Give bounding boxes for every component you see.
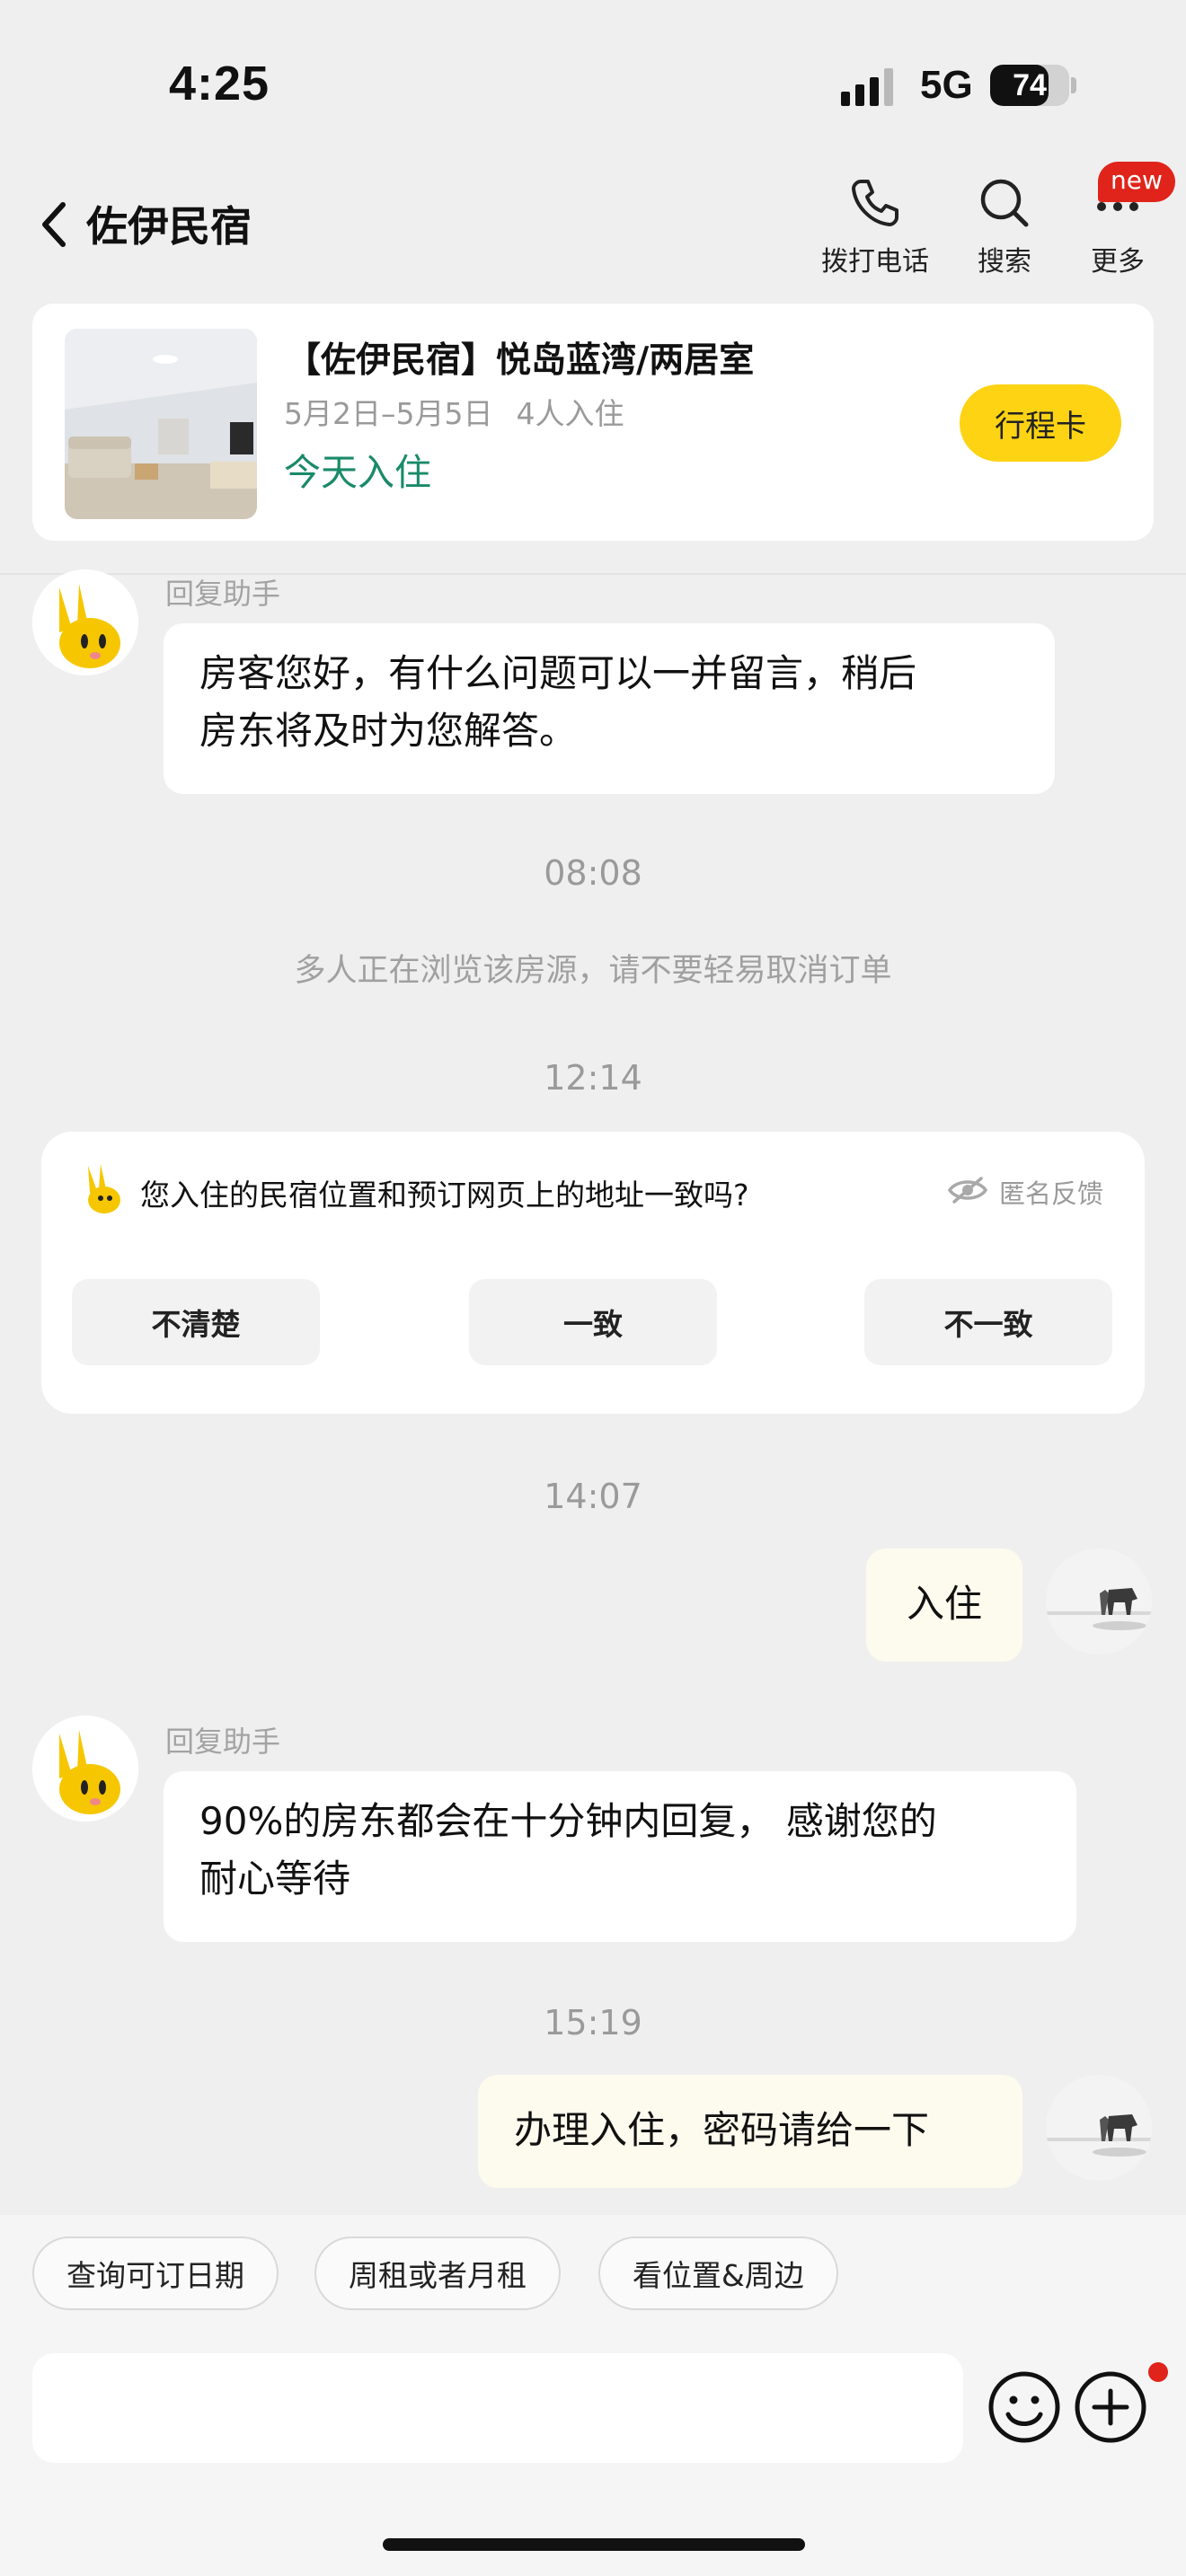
timestamp: 12:14 [544, 1058, 642, 1098]
listing-title: 【佐伊民宿】悦岛蓝湾/两居室 [286, 340, 755, 381]
quick-reply-rent-period[interactable]: 周租或者月租 [314, 2236, 561, 2310]
checkin-status: 今天入住 [284, 451, 431, 494]
notification-dot [1148, 2362, 1168, 2382]
assistant-avatar[interactable] [32, 1716, 138, 1822]
page-title: 佐伊民宿 [86, 202, 252, 251]
assistant-avatar[interactable] [32, 569, 138, 675]
message-text-line: 房东将及时为您解答。 [199, 709, 578, 753]
smile-icon[interactable] [987, 2369, 1062, 2445]
guest-count: 4人入住 [516, 396, 624, 431]
home-indicator[interactable] [383, 2538, 805, 2551]
battery-nub [1071, 77, 1076, 93]
quick-reply-location[interactable]: 看位置&周边 [598, 2236, 838, 2310]
message-text-line: 90%的房东都会在十分钟内回复， 感谢您的 [199, 1799, 937, 1843]
user-avatar[interactable] [1046, 2075, 1152, 2181]
status-time: 4:25 [169, 57, 270, 110]
call-button[interactable]: 拨打电话 [812, 176, 938, 278]
new-badge: new [1098, 162, 1175, 202]
listing-photo[interactable] [65, 329, 257, 519]
message-text: 办理入住，密码请给一下 [514, 2108, 930, 2152]
more-label: 更多 [1091, 246, 1145, 278]
option-inconsistent-button[interactable]: 不一致 [864, 1279, 1112, 1365]
timestamp: 08:08 [544, 853, 642, 893]
option-unsure-button[interactable]: 不清楚 [72, 1279, 320, 1365]
anonymous-label: 匿名反馈 [999, 1178, 1104, 1209]
date-range: 5月2日–5月5日 [284, 396, 493, 431]
sender-name: 回复助手 [165, 577, 281, 611]
call-label: 拨打电话 [821, 246, 929, 278]
user-avatar[interactable] [1046, 1548, 1152, 1654]
mascot-icon [88, 1164, 120, 1213]
itinerary-card-button[interactable]: 行程卡 [960, 384, 1121, 462]
search-button[interactable]: 搜索 [942, 176, 1067, 278]
quick-reply-availability[interactable]: 查询可订日期 [32, 2236, 279, 2310]
message-text-line: 房客您好，有什么问题可以一并留言，稍后 [199, 651, 917, 695]
my-message-bubble[interactable]: 入住 [866, 1548, 1022, 1662]
back-chevron-icon[interactable] [36, 198, 72, 251]
my-message-bubble[interactable]: 办理入住，密码请给一下 [478, 2075, 1022, 2188]
battery-level: 74 [1013, 68, 1047, 102]
plus-icon[interactable] [1073, 2369, 1148, 2445]
search-icon [980, 179, 1029, 227]
system-notice: 多人正在浏览该房源，请不要轻易取消订单 [294, 953, 892, 989]
eye-off-icon [947, 1177, 988, 1204]
search-label: 搜索 [978, 246, 1031, 278]
survey-question: 您入住的民宿位置和预订网页上的地址一致吗? [140, 1178, 749, 1213]
cellular-signal-icon [841, 68, 893, 106]
sender-name: 回复助手 [165, 1725, 281, 1759]
battery-icon: 74 [990, 65, 1069, 106]
timestamp: 14:07 [544, 1477, 642, 1516]
message-input[interactable] [32, 2353, 963, 2463]
message-text-line: 耐心等待 [199, 1857, 351, 1901]
network-label: 5G [920, 63, 973, 107]
stay-dates: 5月2日–5月5日 4人入住 [284, 390, 624, 433]
message-bubble[interactable]: 90%的房东都会在十分钟内回复， 感谢您的 耐心等待 [164, 1771, 1076, 1942]
phone-icon [852, 180, 898, 226]
option-consistent-button[interactable]: 一致 [469, 1279, 717, 1365]
anonymous-feedback[interactable]: 匿名反馈 [947, 1171, 1118, 1211]
timestamp: 15:19 [544, 2003, 642, 2042]
message-text: 入住 [906, 1582, 982, 1626]
message-bubble[interactable]: 房客您好，有什么问题可以一并留言，稍后 房东将及时为您解答。 [164, 623, 1055, 794]
